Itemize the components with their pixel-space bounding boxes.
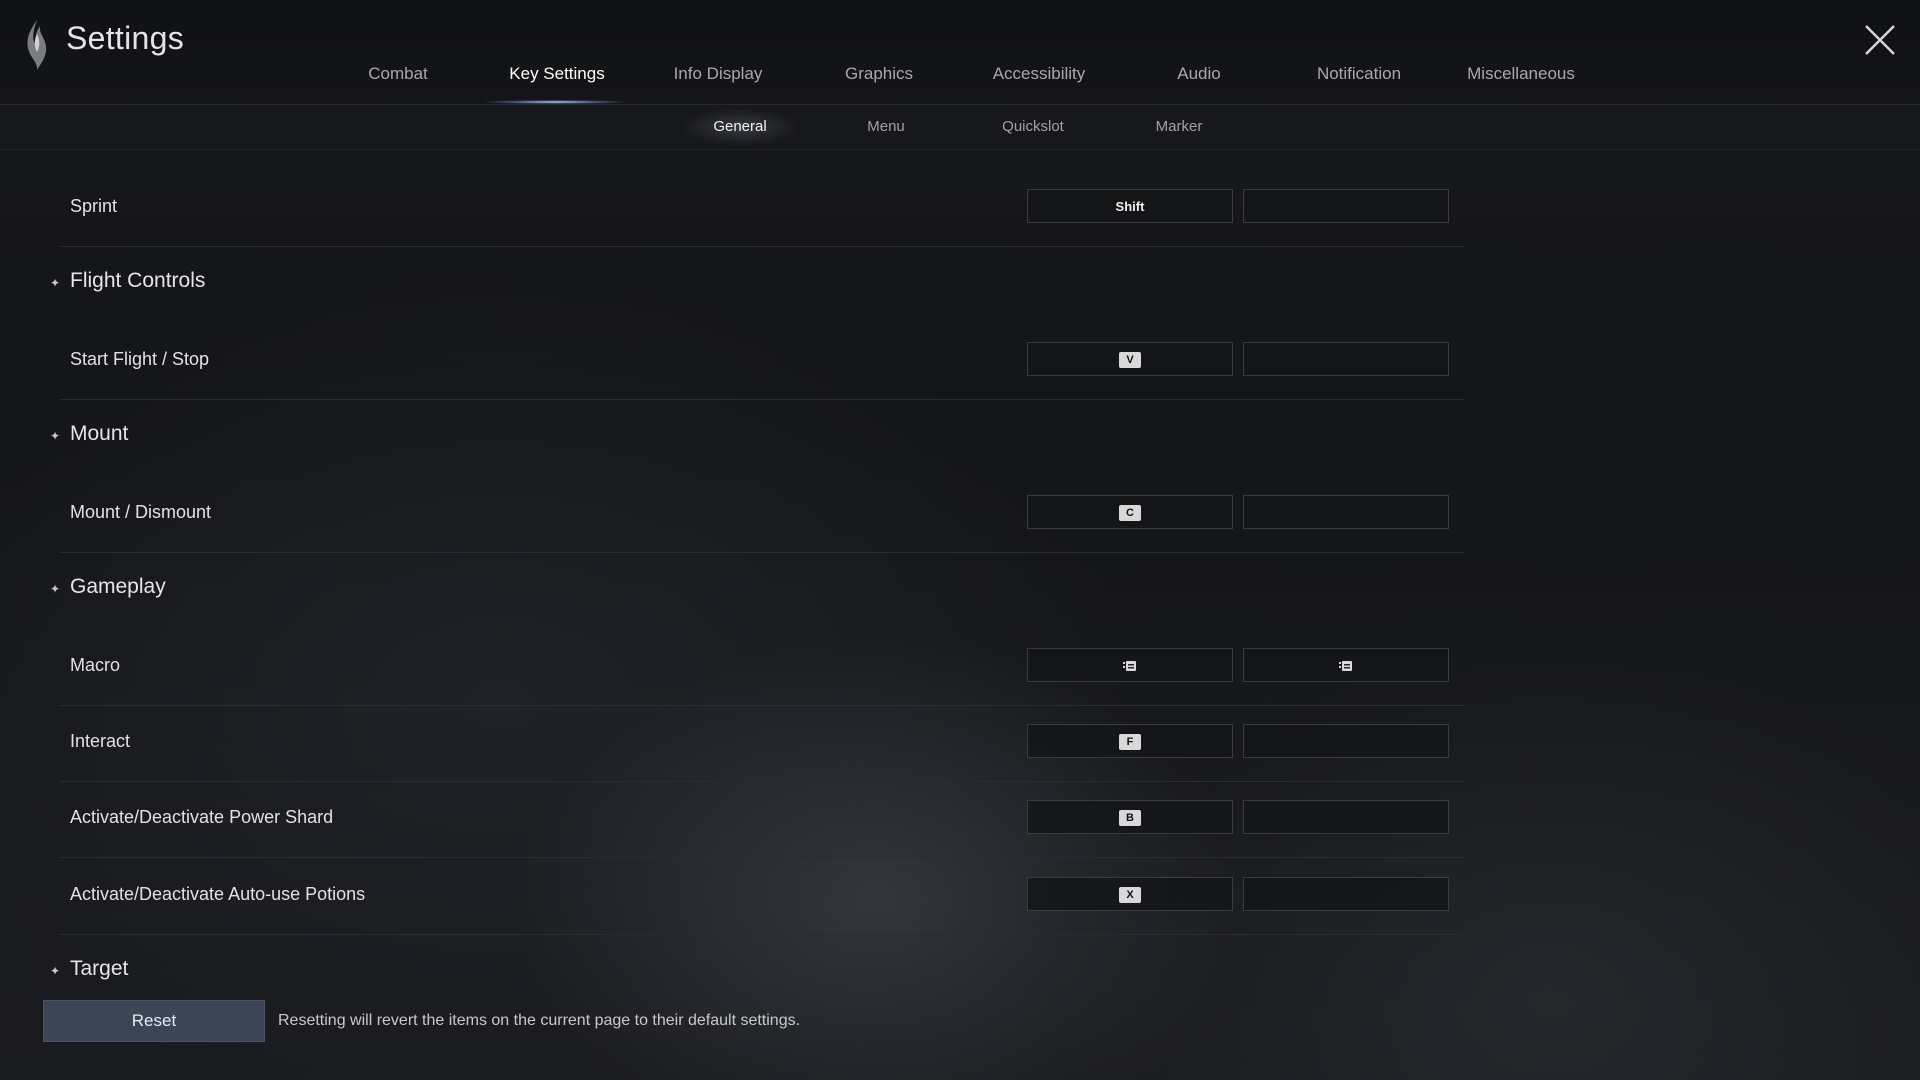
- primary-key-slot[interactable]: B: [1027, 800, 1233, 834]
- section-title: Target: [70, 957, 129, 980]
- close-icon[interactable]: [1862, 22, 1898, 58]
- primary-key-slot[interactable]: F: [1027, 724, 1233, 758]
- secondary-key-slot[interactable]: [1243, 800, 1449, 834]
- diamond-bullet-icon: ✦: [50, 429, 61, 443]
- key-label: B: [1119, 810, 1141, 827]
- key-label: C: [1119, 505, 1141, 522]
- binding-row-interact: Interact F: [60, 705, 1464, 782]
- macro-keycap-icon: [1339, 661, 1352, 672]
- primary-key-slot[interactable]: V: [1027, 342, 1233, 376]
- settings-screen: Settings Combat Key Settings Info Displa…: [0, 0, 1920, 1080]
- binding-row-sprint: Sprint Shift: [60, 170, 1464, 247]
- diamond-bullet-icon: ✦: [50, 276, 61, 290]
- subtabs-bar: General Menu Quickslot Marker: [0, 105, 1920, 150]
- primary-key-slot[interactable]: Shift: [1027, 189, 1233, 223]
- section-title: Mount: [70, 422, 129, 445]
- subtab-general[interactable]: General: [713, 118, 766, 135]
- tab-key-settings[interactable]: Key Settings: [509, 64, 604, 104]
- active-tab-indicator: [485, 100, 625, 104]
- tab-notification[interactable]: Notification: [1317, 64, 1401, 104]
- tab-graphics[interactable]: Graphics: [845, 64, 913, 104]
- tab-info-display[interactable]: Info Display: [674, 64, 763, 104]
- subtab-marker[interactable]: Marker: [1156, 118, 1203, 135]
- macro-keycap-icon: [1123, 661, 1136, 672]
- binding-row-auto-potions: Activate/Deactivate Auto-use Potions X: [60, 858, 1464, 935]
- tab-miscellaneous[interactable]: Miscellaneous: [1467, 64, 1575, 104]
- reset-note: Resetting will revert the items on the c…: [278, 1012, 801, 1029]
- secondary-key-slot[interactable]: [1243, 189, 1449, 223]
- key-label: F: [1119, 734, 1141, 751]
- key-label: V: [1119, 352, 1141, 369]
- subtab-quickslot[interactable]: Quickslot: [1002, 118, 1064, 135]
- tab-audio[interactable]: Audio: [1177, 64, 1220, 104]
- binding-label: Interact: [70, 731, 131, 751]
- diamond-bullet-icon: ✦: [50, 964, 61, 978]
- section-title: Gameplay: [70, 575, 166, 598]
- page-title: Settings: [66, 20, 185, 56]
- binding-label: Mount / Dismount: [70, 502, 212, 522]
- primary-key-slot[interactable]: C: [1027, 495, 1233, 529]
- binding-row-start-flight: Start Flight / Stop V: [60, 323, 1464, 400]
- binding-label: Start Flight / Stop: [70, 349, 210, 369]
- secondary-key-slot[interactable]: [1243, 495, 1449, 529]
- secondary-key-slot[interactable]: [1243, 877, 1449, 911]
- binding-label: Macro: [70, 655, 121, 675]
- secondary-key-slot[interactable]: [1243, 342, 1449, 376]
- key-label: Shift: [1115, 199, 1145, 215]
- main-tabs: Combat Key Settings Info Display Graphic…: [0, 64, 1920, 104]
- tab-combat[interactable]: Combat: [368, 64, 428, 104]
- secondary-key-slot[interactable]: [1243, 648, 1449, 682]
- subtab-menu[interactable]: Menu: [867, 118, 905, 135]
- reset-button[interactable]: Reset: [43, 1000, 265, 1042]
- binding-label: Activate/Deactivate Power Shard: [70, 807, 334, 827]
- primary-key-slot[interactable]: [1027, 648, 1233, 682]
- binding-label: Activate/Deactivate Auto-use Potions: [70, 884, 366, 904]
- binding-row-macro: Macro: [60, 629, 1464, 706]
- diamond-bullet-icon: ✦: [50, 582, 61, 596]
- binding-row-mount-dismount: Mount / Dismount C: [60, 476, 1464, 553]
- settings-header: Settings Combat Key Settings Info Displa…: [0, 0, 1920, 105]
- tab-accessibility[interactable]: Accessibility: [993, 64, 1086, 104]
- primary-key-slot[interactable]: X: [1027, 877, 1233, 911]
- section-title: Flight Controls: [70, 269, 206, 292]
- binding-label: Sprint: [70, 196, 118, 216]
- secondary-key-slot[interactable]: [1243, 724, 1449, 758]
- binding-row-power-shard: Activate/Deactivate Power Shard B: [60, 781, 1464, 858]
- key-label: X: [1119, 887, 1141, 904]
